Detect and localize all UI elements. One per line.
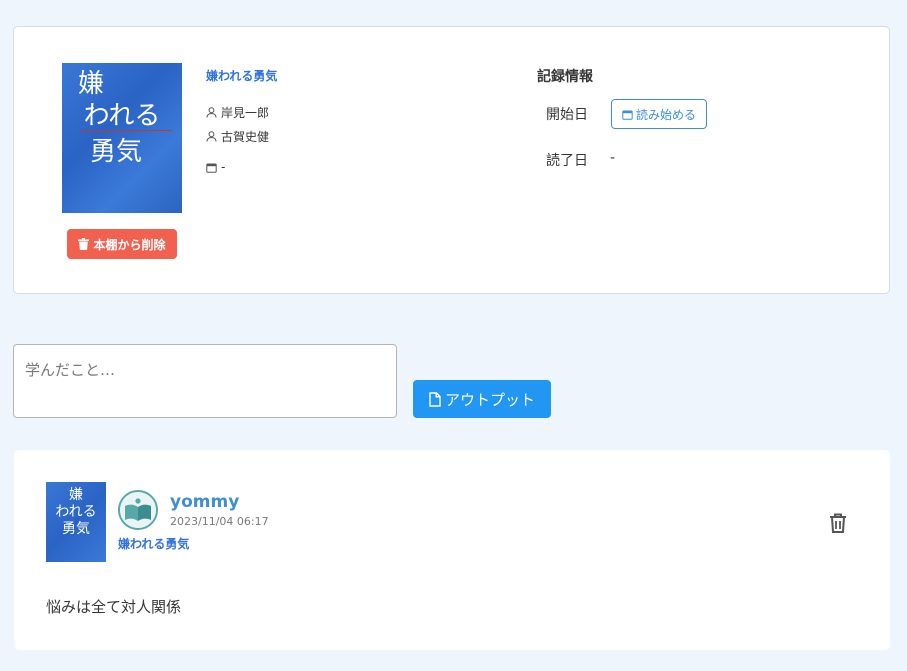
start-date-label: 開始日 [546,107,588,123]
trash-icon [78,238,90,250]
cover-line-1: 嫌 [78,69,105,99]
finish-date-label: 読了日 [546,153,588,169]
book-cover-image: 嫌 われる 勇気 [62,63,182,213]
avatar[interactable] [118,490,158,530]
trash-icon[interactable] [826,511,850,535]
start-reading-button[interactable]: 読み始める [611,99,707,129]
post-cover-line-2: われる [55,504,97,520]
post-username[interactable]: yommy [170,492,239,512]
calendar-icon [206,163,217,173]
finish-date-value: - [610,150,616,166]
post-book-cover[interactable]: 嫌 われる 勇気 [46,482,106,562]
publish-date-row: - [206,160,225,174]
remove-from-shelf-button[interactable]: 本棚から削除 [67,229,177,259]
post-book-title[interactable]: 嫌われる勇気 [118,535,189,552]
user-icon [206,107,217,118]
author-row-2: 古賀史健 [206,128,269,145]
record-info-heading: 記録情報 [537,69,593,85]
output-button[interactable]: アウトプット [413,380,551,418]
author-row-1: 岸見一郎 [206,104,269,121]
calendar-icon [622,110,633,120]
post-body: 悩みは全て対人関係 [46,598,182,616]
remove-from-shelf-label: 本棚から削除 [93,237,166,252]
learning-input[interactable] [13,344,397,418]
publish-date: - [221,160,226,174]
author-name: 岸見一郎 [221,106,270,120]
cover-line-3: 勇気 [89,137,142,167]
start-reading-label: 読み始める [635,107,696,122]
post-cover-line-3: 勇気 [62,521,90,537]
output-button-label: アウトプット [444,390,535,409]
cover-red-line [80,130,172,131]
book-logo-icon [120,492,156,528]
user-icon [206,131,217,142]
cover-line-2: われる [83,101,161,131]
post-timestamp: 2023/11/04 06:17 [170,515,269,528]
document-icon [429,391,441,407]
book-title[interactable]: 嫌われる勇気 [206,67,277,84]
author-name: 古賀史健 [221,130,270,144]
post-cover-line-1: 嫌 [69,487,83,503]
